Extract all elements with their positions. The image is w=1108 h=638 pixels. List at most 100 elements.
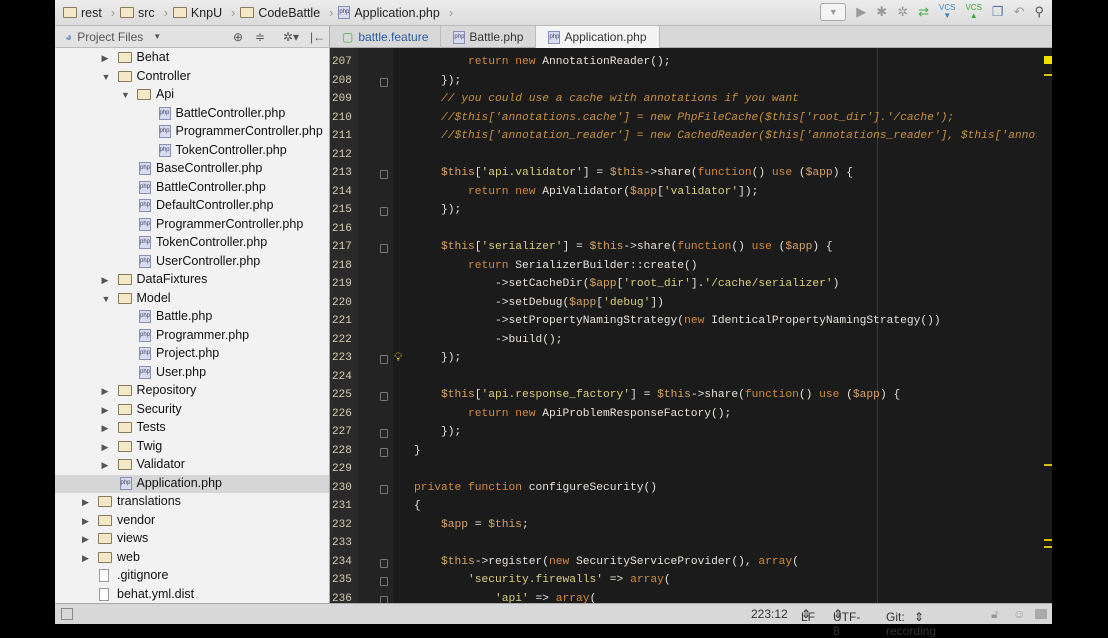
tree-item[interactable]: php Battle.php (55, 308, 329, 327)
tree-item[interactable]: php BattleController.php (55, 105, 329, 124)
tree-item[interactable]: php Application.php (55, 474, 329, 493)
breadcrumb-knpu[interactable]: KnpU (172, 6, 222, 20)
code-editor[interactable]: 207 208 209 210 211 212 213 214 215 216 217 218 219 2… (330, 48, 1052, 603)
expand-arrow-icon[interactable]: ▶ (82, 553, 92, 564)
warning-marker[interactable] (1044, 546, 1052, 548)
sync-icon[interactable]: ⇄ (918, 4, 929, 20)
tree-item[interactable]: ▼ Model (55, 290, 329, 309)
lock-icon[interactable]: 🔓︎ (991, 607, 999, 622)
tab-application-php[interactable]: php Application.php (536, 26, 660, 48)
inspector-icon[interactable]: ☺ (1013, 607, 1025, 621)
code-token: () (751, 167, 772, 179)
tree-item[interactable]: ▶ Behat (55, 49, 329, 68)
tree-item[interactable]: ▶ Tests (55, 419, 329, 438)
undo-icon[interactable]: ↶ (1014, 4, 1025, 20)
warning-marker[interactable] (1044, 74, 1052, 76)
expand-arrow-icon[interactable]: ▶ (102, 442, 112, 453)
expand-arrow-icon[interactable]: ▶ (82, 497, 92, 508)
warning-marker[interactable] (1044, 539, 1052, 541)
tree-item[interactable]: php BattleController.php (55, 179, 329, 198)
line-number: 209 (332, 93, 352, 105)
tree-item-label: DefaultController.php (156, 198, 274, 212)
tree-item[interactable]: php DefaultController.php (55, 197, 329, 216)
tree-item[interactable]: ▼ Controller (55, 68, 329, 87)
breadcrumb-application[interactable]: php Application.php (338, 6, 440, 20)
tree-item[interactable]: php ProgrammerController.php (55, 216, 329, 235)
breadcrumb-rest[interactable]: rest (63, 6, 102, 20)
tree-item[interactable]: behat.yml.dist (55, 586, 329, 604)
project-view-selector[interactable]: Project Files (77, 30, 143, 44)
run-config-dropdown[interactable]: ▼ (820, 3, 847, 21)
expand-arrow-icon[interactable]: ▶ (82, 516, 92, 527)
code-token: function (744, 389, 799, 401)
expand-arrow-icon[interactable]: ▶ (102, 275, 112, 286)
tree-item-label: DataFixtures (136, 272, 208, 286)
tab-battle-php[interactable]: php Battle.php (441, 26, 537, 48)
tree-item[interactable]: ▶ web (55, 549, 329, 568)
run-icon[interactable]: ▶ (856, 4, 866, 20)
tree-item[interactable]: php ProgrammerController.php (55, 123, 329, 142)
collapse-arrow-icon[interactable]: ▼ (102, 72, 112, 82)
expand-arrow-icon[interactable]: ▶ (102, 53, 112, 64)
error-stripe-marker[interactable] (1044, 56, 1052, 64)
coverage-icon[interactable]: ✲ (897, 4, 908, 20)
breadcrumb-codebattle[interactable]: CodeBattle (240, 6, 320, 20)
folder-icon (117, 403, 132, 415)
hide-panel-icon[interactable]: |← (310, 30, 325, 44)
tree-item[interactable]: ▶ Repository (55, 382, 329, 401)
line-ending-selector[interactable]: LF ⇕ (801, 607, 815, 624)
code-token: use (751, 241, 772, 253)
warning-marker[interactable] (1044, 464, 1052, 466)
tree-item[interactable]: .gitignore (55, 567, 329, 586)
tree-item[interactable]: ▶ Security (55, 401, 329, 420)
compare-icon[interactable]: ❐ (992, 4, 1004, 20)
code-token: [ (474, 241, 482, 253)
line-number: 228 (332, 444, 352, 457)
debug-icon[interactable]: ✱ (876, 4, 887, 20)
encoding-selector[interactable]: UTF-8 ⇕ (833, 607, 860, 638)
tree-item[interactable]: ▶ views (55, 530, 329, 549)
gear-icon[interactable]: ✲▾ (283, 30, 299, 44)
collapse-arrow-icon[interactable]: ▼ (102, 294, 112, 304)
breadcrumb-src[interactable]: src (120, 6, 155, 20)
tree-item[interactable]: php User.php (55, 364, 329, 383)
vcs-update-icon[interactable]: VCS ▼ (939, 4, 955, 20)
lightbulb-icon[interactable]: 💡︎ (394, 350, 402, 365)
tree-item[interactable]: php Project.php (55, 345, 329, 364)
tree-item[interactable]: php Programmer.php (55, 327, 329, 346)
collapse-arrow-icon[interactable]: ▼ (121, 90, 131, 100)
line-number: 227 (332, 426, 352, 438)
search-icon[interactable]: ⚲ (1034, 4, 1044, 20)
expand-arrow-icon[interactable]: ▶ (82, 534, 92, 545)
expand-arrow-icon[interactable]: ▶ (102, 405, 112, 416)
expand-arrow-icon[interactable]: ▶ (102, 386, 112, 397)
code-token: ->register( (474, 555, 550, 568)
code-token: { (387, 500, 421, 512)
tree-item[interactable]: php UserController.php (55, 253, 329, 272)
tree-item[interactable]: ▼ Api (55, 86, 329, 105)
caret-position[interactable]: 223:12 (751, 607, 788, 621)
vcs-commit-icon[interactable]: VCS ▲ (965, 4, 981, 20)
tree-item[interactable]: ▶ vendor (55, 512, 329, 531)
event-log-icon[interactable] (1035, 609, 1047, 619)
tree-item[interactable]: ▶ Validator (55, 456, 329, 475)
locate-icon[interactable]: ⊕ (233, 30, 243, 44)
tree-item-label: vendor (117, 512, 156, 527)
tree-item[interactable]: php TokenController.php (55, 142, 329, 161)
tree-item-label: TokenController.php (156, 235, 268, 249)
tree-item[interactable]: ▶ Twig (55, 438, 329, 457)
tree-item[interactable]: ▶ DataFixtures (55, 271, 329, 290)
chevron-down-icon[interactable]: ▼ (153, 32, 161, 41)
expand-arrow-icon[interactable]: ▶ (102, 423, 112, 434)
expand-arrow-icon[interactable]: ▶ (102, 460, 112, 471)
tree-item[interactable]: ▶ translations (55, 493, 329, 512)
collapse-icon[interactable]: ≑ (255, 30, 265, 44)
tree-item[interactable]: php BaseController.php (55, 160, 329, 179)
php-file-icon: php (158, 125, 171, 138)
code-line: //$this['annotation_reader'] = new Cache… (387, 130, 1037, 142)
tree-item[interactable]: php TokenController.php (55, 234, 329, 253)
project-files-icon: ◕ (65, 29, 73, 44)
folder-icon (117, 459, 132, 470)
toggle-tool-windows-icon[interactable] (61, 608, 73, 620)
tab-battle-feature[interactable]: ▢ battle.feature (330, 26, 442, 48)
